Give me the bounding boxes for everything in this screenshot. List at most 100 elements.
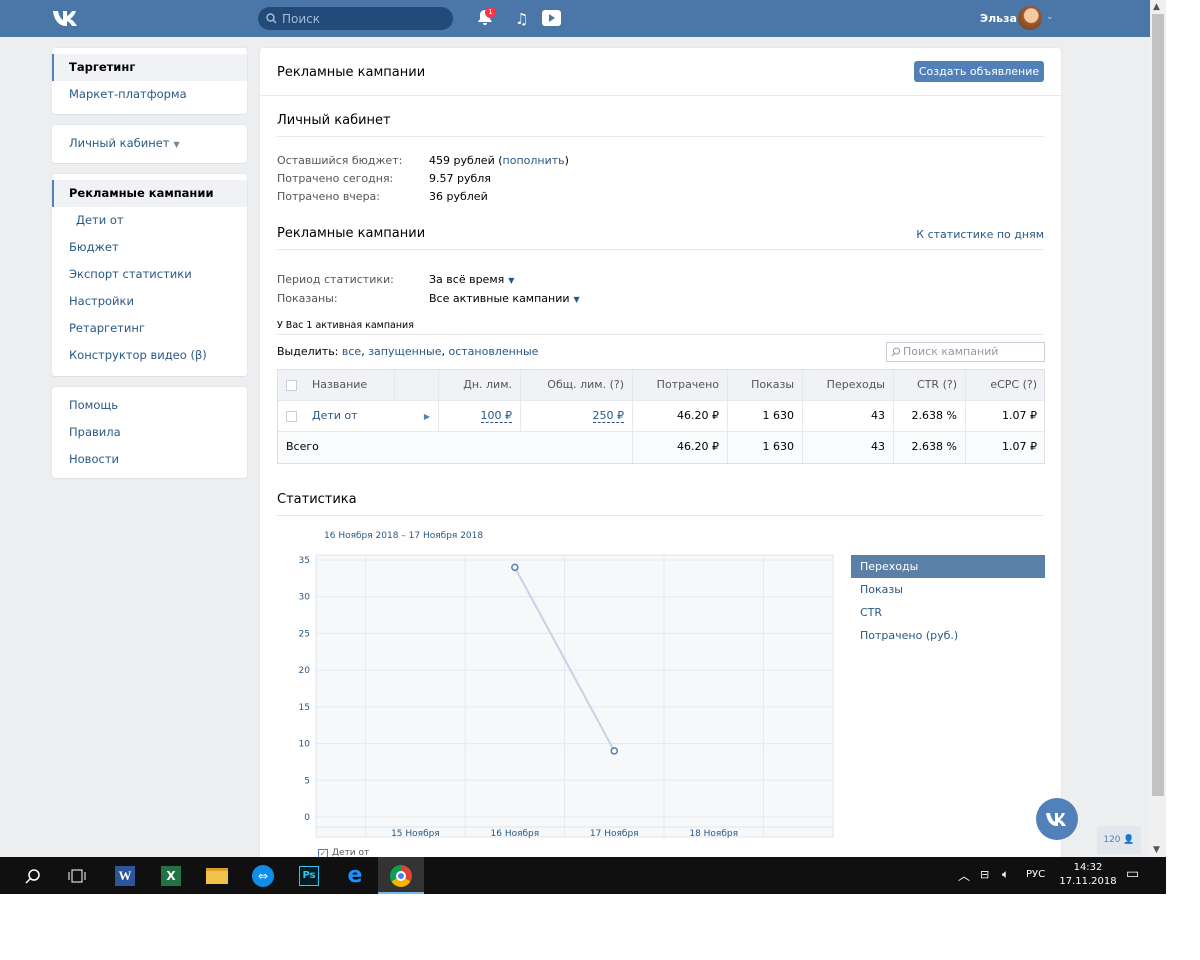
ecpc-cell: 1.07 ₽	[965, 401, 1045, 431]
select-running-link[interactable]: запущенные	[368, 345, 441, 358]
series-point[interactable]	[610, 747, 619, 755]
budget-value-wrap: 459 рублей (пополнить)	[429, 154, 569, 167]
total-limit-value[interactable]: 250 ₽	[592, 409, 624, 423]
col-spent[interactable]: Потрачено	[632, 370, 727, 400]
menu-item-budget[interactable]: Бюджет	[52, 234, 247, 261]
clock[interactable]: 14:32 17.11.2018	[1058, 861, 1118, 889]
word-icon[interactable]: W	[102, 857, 148, 894]
menu-item-news[interactable]: Новости	[52, 446, 247, 473]
task-view-icon[interactable]	[54, 857, 100, 894]
shown-label: Показаны:	[277, 292, 338, 305]
daily-stats-link[interactable]: К статистике по дням	[916, 228, 1044, 241]
active-count: У Вас 1 активная кампания	[277, 320, 1044, 335]
legend-views[interactable]: Показы	[851, 578, 1045, 601]
total-ecpc: 1.07 ₽	[965, 432, 1045, 463]
campaigns-table: Название Дн. лим. Общ. лим. (?) Потрачен…	[277, 369, 1045, 464]
day-limit-value[interactable]: 100 ₽	[480, 409, 512, 423]
budget-label: Оставшийся бюджет:	[277, 154, 403, 167]
period-label: Период статистики:	[277, 273, 394, 286]
row-checkbox[interactable]	[286, 411, 297, 422]
col-views[interactable]: Показы	[727, 370, 802, 400]
file-explorer-icon[interactable]	[194, 857, 240, 894]
col-clicks[interactable]: Переходы	[802, 370, 893, 400]
user-name[interactable]: Эльза	[980, 12, 1017, 25]
select-stopped-link[interactable]: остановленные	[448, 345, 538, 358]
menu-item-help[interactable]: Помощь	[52, 392, 247, 419]
browser-page: Поиск 1 ♫ Эльза ⌄ Таргетинг Маркет-платф…	[0, 0, 1150, 857]
series-point[interactable]	[511, 563, 519, 572]
select-all-link[interactable]: все	[342, 345, 361, 358]
scrollbar[interactable]: ▲ ▼	[1150, 0, 1166, 857]
table-row: Дети от ▶ 100 ₽ 250 ₽ 46.20 ₽ 1 630 43 2…	[278, 401, 1044, 432]
create-ad-button[interactable]: Создать объявление	[914, 61, 1044, 82]
chevron-up-icon[interactable]: ︿	[958, 867, 970, 884]
select-row: Выделить: все, запущенные, остановленные	[277, 345, 539, 358]
photoshop-icon[interactable]: Ps	[286, 857, 332, 894]
menu-item-targeting[interactable]: Таргетинг	[52, 54, 247, 81]
legend-clicks[interactable]: Переходы	[851, 555, 1045, 578]
select-all-checkbox[interactable]	[286, 380, 297, 391]
ctr-cell: 2.638 %	[893, 401, 965, 431]
day-limit-cell: 100 ₽	[438, 401, 520, 431]
y-tick-label: 30	[299, 593, 311, 603]
main-header: Рекламные кампании Создать объявление	[260, 48, 1061, 96]
spent-yesterday-row: Потрачено вчера: 36 рублей	[277, 190, 488, 203]
legend-spent[interactable]: Потрачено (руб.)	[851, 624, 1045, 647]
expand-row[interactable]: ▶	[394, 401, 438, 431]
online-counter[interactable]: 120 👤	[1097, 826, 1141, 854]
speaker-icon[interactable]: 🔈︎	[1002, 867, 1009, 882]
chevron-down-icon[interactable]: ⌄	[1046, 12, 1054, 22]
menu-item-video-constructor[interactable]: Конструктор видео (β)	[52, 342, 247, 369]
menu-item-settings[interactable]: Настройки	[52, 288, 247, 315]
campaign-name-link[interactable]: Дети от	[304, 401, 394, 431]
network-icon[interactable]: ⊟	[980, 868, 989, 881]
edge-icon[interactable]: e	[332, 857, 378, 894]
excel-icon[interactable]: X	[148, 857, 194, 894]
music-icon[interactable]: ♫	[515, 10, 528, 28]
campaign-search-input[interactable]: Поиск кампаний	[886, 342, 1045, 362]
shown-dropdown[interactable]: Все активные кампании ▼	[429, 292, 580, 305]
top-header: Поиск 1 ♫ Эльза ⌄	[0, 0, 1150, 37]
legend-ctr[interactable]: CTR	[851, 601, 1045, 624]
col-ctr[interactable]: CTR (?)	[893, 370, 965, 400]
search-taskbar-icon[interactable]	[10, 857, 56, 894]
triangle-right-icon: ▶	[423, 412, 430, 421]
cabinet-selector[interactable]: Личный кабинет ▼	[52, 130, 247, 157]
stats-chart: 0 5 10 15 20 25 30 35 15 Ноября 16 Ноября 17 Нояб…	[299, 554, 834, 839]
vk-chat-button[interactable]	[1036, 798, 1078, 840]
search-input[interactable]: Поиск	[258, 7, 453, 30]
menu-item-campaigns[interactable]: Рекламные кампании	[52, 180, 247, 207]
budget-row: Оставшийся бюджет: 459 рублей (пополнить…	[277, 154, 569, 167]
notifications-icon[interactable]: ▭	[1126, 866, 1139, 882]
x-tick-label: 15 Ноября	[391, 829, 440, 839]
series-checkbox[interactable]: ✓ Дети от	[318, 848, 369, 857]
video-icon[interactable]	[542, 10, 561, 26]
avatar[interactable]	[1018, 6, 1042, 30]
period-dropdown[interactable]: За всё время ▼	[429, 273, 514, 286]
vk-logo-icon[interactable]	[52, 7, 82, 29]
top-up-link[interactable]: пополнить	[503, 154, 565, 167]
teamviewer-icon[interactable]: ⇔	[240, 857, 286, 894]
col-day-limit[interactable]: Дн. лим.	[438, 370, 520, 400]
col-total-limit[interactable]: Общ. лим. (?)	[520, 370, 632, 400]
spent-yesterday-value: 36 рублей	[429, 190, 488, 203]
menu-item-market[interactable]: Маркет-платформа	[52, 81, 247, 108]
caret-down-icon: ▼	[508, 276, 515, 285]
menu-box-main: Таргетинг Маркет-платформа	[52, 48, 247, 114]
menu-item-retargeting[interactable]: Ретаргетинг	[52, 315, 247, 342]
y-tick-label: 0	[304, 813, 310, 823]
y-tick-label: 20	[299, 666, 311, 676]
menu-item-rules[interactable]: Правила	[52, 419, 247, 446]
menu-item-campaign-child[interactable]: Дети от	[52, 207, 247, 234]
chrome-icon[interactable]	[378, 857, 424, 894]
scroll-up-icon[interactable]: ▲	[1153, 2, 1160, 12]
y-tick-label: 25	[299, 629, 310, 639]
scroll-down-icon[interactable]: ▼	[1153, 845, 1160, 855]
language-indicator[interactable]: РУС	[1026, 869, 1045, 880]
col-ecpc[interactable]: eCPC (?)	[965, 370, 1045, 400]
col-name[interactable]: Название	[304, 370, 394, 400]
menu-item-export[interactable]: Экспорт статистики	[52, 261, 247, 288]
scrollbar-thumb[interactable]	[1152, 14, 1164, 796]
notification-badge: 1	[485, 7, 496, 18]
table-total-row: Всего 46.20 ₽ 1 630 43 2.638 % 1.07 ₽	[278, 432, 1044, 463]
